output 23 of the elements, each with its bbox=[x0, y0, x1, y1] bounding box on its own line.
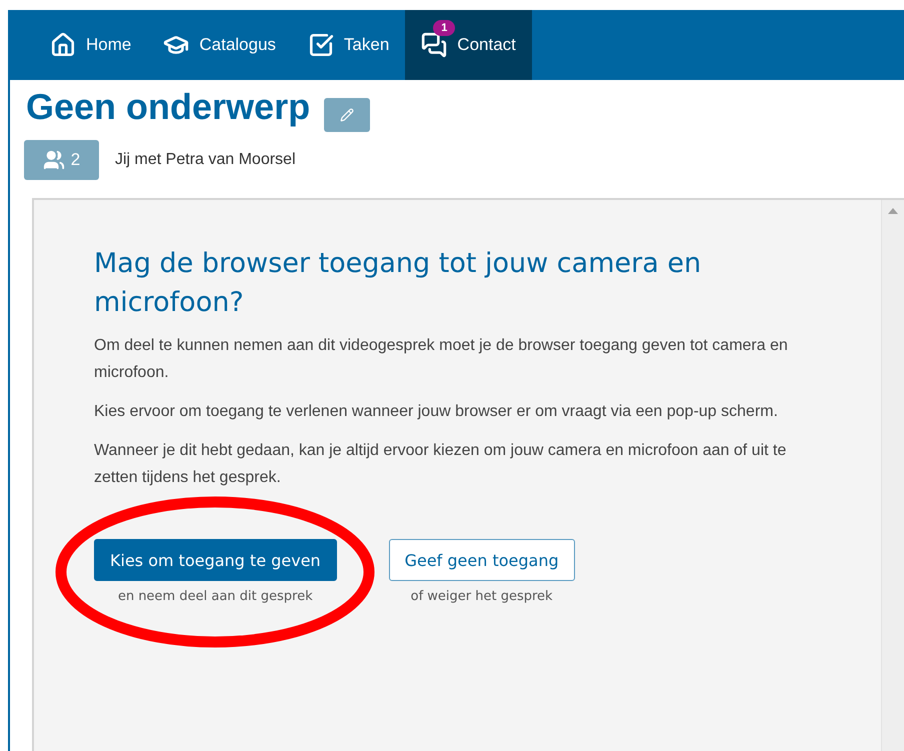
nav-tab[interactable]: Contact 1 bbox=[405, 10, 532, 80]
edit-button[interactable] bbox=[324, 98, 370, 132]
checkbox-icon bbox=[308, 32, 334, 58]
allow-button[interactable]: Kies om toegang te geven bbox=[94, 539, 337, 581]
participants-text: Jij met Petra van Moorsel bbox=[115, 151, 296, 169]
page-title: Geen onderwerp bbox=[26, 86, 310, 128]
pencil-icon bbox=[340, 108, 354, 122]
scroll-up-icon bbox=[888, 208, 898, 214]
nav-tab[interactable]: Home bbox=[34, 10, 148, 80]
nav-tab[interactable]: Catalogus bbox=[147, 10, 292, 80]
button-caption: of weiger het gesprek bbox=[410, 589, 553, 604]
dialog-heading: Mag de browser toegang tot jouw camera en microfoon? bbox=[94, 247, 702, 320]
people-icon bbox=[42, 149, 65, 171]
scrollbar[interactable] bbox=[881, 200, 904, 751]
dialog-paragraph: Wanneer je dit hebt gedaan, kan je altijd ervoor kiezen om jouw camera en microfoon aan of uit te zetten tijdens het gesprek. bbox=[94, 441, 788, 488]
deny-button[interactable]: Geef geen toegang bbox=[388, 539, 575, 581]
dialog-paragraph: Om deel te kunnen nemen aan dit videogesprek moet je de browser toegang geven tot camera en microfoon. bbox=[94, 336, 789, 383]
home-icon bbox=[50, 32, 76, 58]
button-caption: en neem deel aan dit gesprek bbox=[118, 589, 313, 604]
dialog-paragraph: Kies ervoor om toegang te verlenen wanneer jouw browser er om vraagt via een pop-up scherm. bbox=[94, 402, 779, 422]
chat-bubbles-icon bbox=[421, 32, 448, 58]
notification-badge: 1 bbox=[433, 20, 456, 36]
nav-tab[interactable]: Taken bbox=[292, 10, 406, 80]
